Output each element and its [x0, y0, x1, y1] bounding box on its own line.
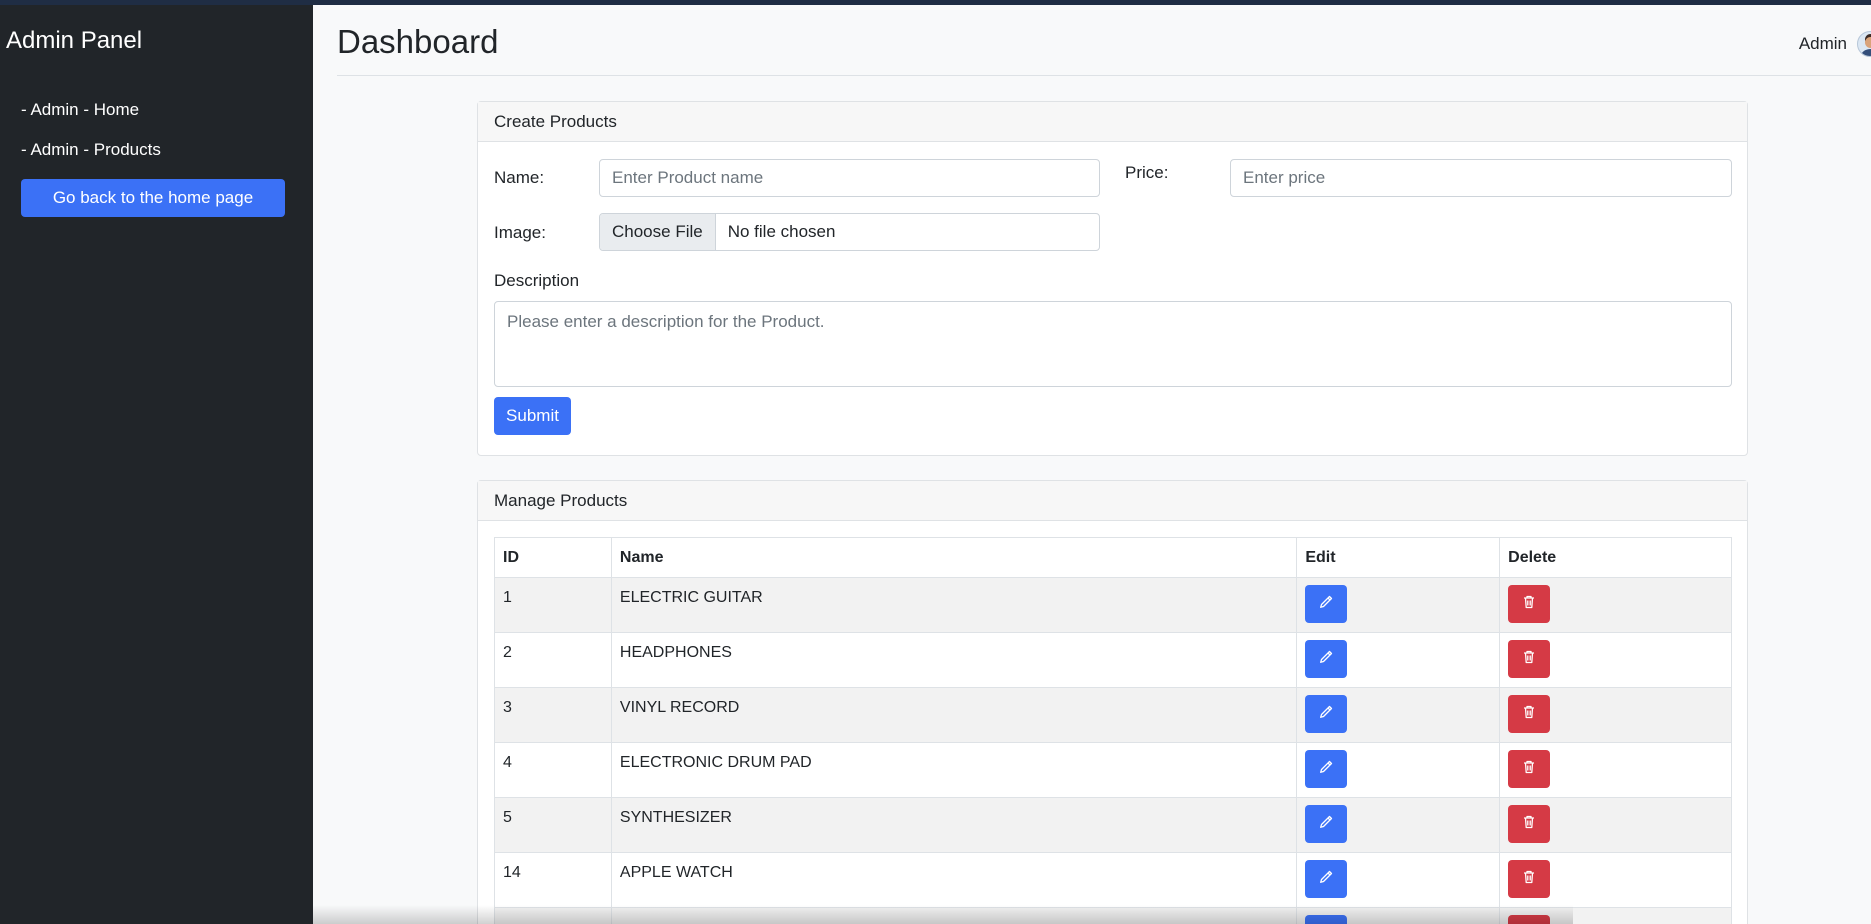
manage-products-header: Manage Products: [478, 481, 1747, 521]
trash-icon: [1521, 869, 1537, 890]
edit-button[interactable]: [1305, 585, 1348, 623]
edit-cell: [1296, 742, 1501, 798]
sidebar: Admin Panel - Admin - Home - Admin - Pro…: [0, 5, 313, 924]
product-id-cell: 4: [494, 742, 612, 798]
product-id-cell: 1: [494, 577, 612, 633]
trash-icon: [1521, 594, 1537, 615]
create-products-card: Create Products Name: Enter Product name…: [477, 101, 1748, 456]
delete-button[interactable]: [1508, 695, 1551, 733]
trash-icon: [1521, 649, 1537, 670]
delete-button[interactable]: [1508, 860, 1551, 898]
page-title: Dashboard: [337, 23, 499, 60]
delete-button[interactable]: [1508, 805, 1551, 843]
product-name-cell: APPLE WATCH: [610, 852, 1298, 908]
column-header-delete: Delete: [1499, 537, 1732, 578]
product-name-cell: SYNTHESIZER: [610, 797, 1298, 853]
product-name-cell: VINYL RECORD: [610, 687, 1298, 743]
product-name-cell: ELECTRIC GUITAR: [610, 577, 1298, 633]
trash-icon: [1521, 704, 1537, 725]
column-header-name: Name: [610, 537, 1298, 578]
avatar[interactable]: [1857, 31, 1871, 57]
edit-button[interactable]: [1305, 695, 1348, 733]
description-label: Description: [494, 271, 580, 290]
pencil-icon: [1318, 759, 1334, 780]
edit-cell: [1296, 687, 1501, 743]
product-name-cell: [610, 907, 1298, 924]
pencil-icon: [1318, 814, 1334, 835]
choose-file-button[interactable]: Choose File: [600, 214, 716, 250]
price-input[interactable]: Enter price: [1230, 159, 1732, 197]
table-row: 4 ELECTRONIC DRUM PAD: [494, 742, 1732, 798]
product-name-input[interactable]: Enter Product name: [599, 159, 1100, 197]
manage-products-card: Manage Products ID Name Edit Delete 1 ELE…: [477, 480, 1748, 924]
table-row: 2 HEADPHONES: [494, 632, 1732, 688]
pencil-icon: [1318, 594, 1334, 615]
table-header-row: ID Name Edit Delete: [494, 537, 1732, 578]
edit-button[interactable]: [1305, 640, 1348, 678]
header-divider: [337, 75, 1871, 76]
pencil-icon: [1318, 649, 1334, 670]
product-name-cell: HEADPHONES: [610, 632, 1298, 688]
column-header-id: ID: [494, 537, 612, 578]
delete-cell: [1499, 852, 1732, 908]
delete-cell: [1499, 687, 1732, 743]
pencil-icon: [1318, 704, 1334, 725]
image-label: Image:: [494, 223, 546, 242]
file-status: No file chosen: [727, 222, 836, 241]
delete-button[interactable]: [1508, 750, 1551, 788]
delete-button[interactable]: [1508, 585, 1551, 623]
delete-button[interactable]: [1508, 640, 1551, 678]
edit-button[interactable]: [1305, 915, 1348, 924]
edit-cell: [1296, 907, 1501, 924]
edit-cell: [1296, 632, 1501, 688]
product-id-cell: 2: [494, 632, 612, 688]
delete-button[interactable]: [1508, 915, 1551, 924]
sidebar-item-admin-home[interactable]: - Admin - Home: [21, 100, 139, 120]
user-menu[interactable]: Admin: [1799, 31, 1871, 57]
user-label: Admin: [1798, 34, 1847, 53]
submit-button[interactable]: Submit: [494, 397, 571, 435]
edit-cell: [1296, 852, 1501, 908]
image-file-input[interactable]: Choose File No file chosen: [599, 213, 1100, 251]
edit-button[interactable]: [1305, 860, 1348, 898]
table-row: 14 APPLE WATCH: [494, 852, 1732, 908]
home-page-button[interactable]: Go back to the home page: [21, 179, 285, 217]
price-label: Price:: [1125, 163, 1169, 182]
delete-cell: [1499, 742, 1732, 798]
pencil-icon: [1318, 869, 1334, 890]
delete-cell: [1499, 577, 1732, 633]
column-header-edit: Edit: [1296, 537, 1501, 578]
sidebar-item-admin-products[interactable]: - Admin - Products: [21, 140, 161, 160]
product-id-cell: [494, 907, 612, 924]
delete-cell: [1499, 907, 1732, 924]
table-row: 5 SYNTHESIZER: [494, 797, 1732, 853]
description-textarea[interactable]: Please enter a description for the Produ…: [494, 301, 1732, 387]
trash-icon: [1521, 814, 1537, 835]
trash-icon: [1521, 759, 1537, 780]
product-name-cell: ELECTRONIC DRUM PAD: [610, 742, 1298, 798]
delete-cell: [1499, 632, 1732, 688]
edit-button[interactable]: [1305, 805, 1348, 843]
edit-cell: [1296, 577, 1501, 633]
create-products-header: Create Products: [478, 102, 1747, 142]
product-id-cell: 5: [494, 797, 612, 853]
product-id-cell: 3: [494, 687, 612, 743]
product-id-cell: 14: [494, 852, 612, 908]
sidebar-title: Admin Panel: [6, 27, 143, 54]
table-row: [494, 907, 1732, 924]
edit-cell: [1296, 797, 1501, 853]
name-label: Name:: [494, 168, 545, 187]
table-row: 3 VINYL RECORD: [494, 687, 1732, 743]
products-table: ID Name Edit Delete 1 ELECTRIC GUITAR 2 HEA…: [494, 537, 1732, 924]
delete-cell: [1499, 797, 1732, 853]
edit-button[interactable]: [1305, 750, 1348, 788]
table-row: 1 ELECTRIC GUITAR: [494, 577, 1732, 633]
main-content: Dashboard Admin Create Products Name: En…: [313, 5, 1871, 924]
